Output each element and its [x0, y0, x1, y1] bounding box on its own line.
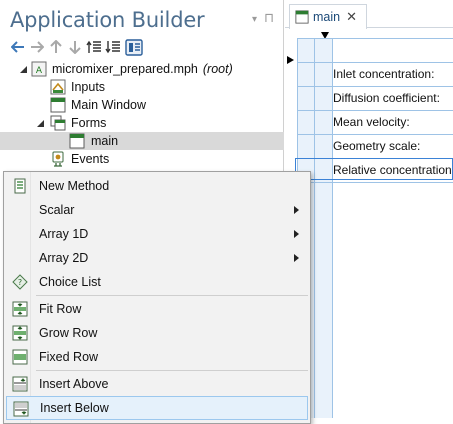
tree-node-inputs[interactable]: Inputs [0, 78, 284, 96]
close-panel-icon[interactable]: ⊓ [264, 10, 274, 26]
fixed-row-icon [12, 349, 28, 365]
menu-separator [36, 370, 308, 371]
menu-label: Insert Above [39, 377, 109, 391]
tab-main-label: main [313, 10, 341, 24]
tree-label-events: Events [71, 152, 110, 166]
app-preview-icon[interactable] [124, 38, 143, 56]
tree-node-root[interactable]: A micromixer_prepared.mph (root) [0, 60, 284, 78]
menu-item-array-1d[interactable]: Array 1D [6, 222, 308, 246]
form-text-label[interactable]: Diffusion coefficient: [333, 86, 453, 110]
pin-icon[interactable]: ▾ [252, 14, 257, 25]
panel-title: Application Builder [10, 8, 205, 32]
menu-item-new-method[interactable]: New Method [6, 174, 308, 198]
row-marker-icon[interactable] [287, 56, 294, 64]
menu-label: Insert Below [40, 401, 109, 415]
root-file-icon: A [31, 61, 47, 77]
form-icon [295, 10, 309, 24]
form-icon [69, 133, 85, 149]
move-down-icon[interactable] [67, 39, 83, 55]
menu-label: Fit Row [39, 302, 82, 316]
menu-label: New Method [39, 179, 110, 193]
expand-sections-icon[interactable] [86, 39, 102, 55]
context-menu: New Method Scalar Array 1D Array 2D ? Ch… [3, 171, 311, 424]
events-icon [52, 151, 64, 167]
menu-item-scalar[interactable]: Scalar [6, 198, 308, 222]
grid-line [297, 182, 453, 183]
menu-label: Grow Row [39, 326, 98, 340]
tab-main[interactable]: main ✕ [289, 4, 367, 29]
menu-item-fit-row[interactable]: Fit Row [6, 297, 308, 321]
menu-label: Fixed Row [39, 350, 99, 364]
insert-below-icon [13, 401, 29, 417]
menu-item-choice-list[interactable]: ? Choice List [6, 270, 308, 294]
tree-node-main-form[interactable]: main [0, 132, 284, 150]
insert-above-icon [12, 376, 28, 392]
fit-row-icon [12, 301, 28, 317]
tree-node-main-window[interactable]: Main Window [0, 96, 284, 114]
tree-root-note: (root) [202, 62, 233, 76]
grid-line [297, 38, 453, 39]
builder-toolbar [10, 38, 143, 56]
collapse-sections-icon[interactable] [105, 39, 121, 55]
svg-text:A: A [36, 66, 43, 76]
grid-column-handle[interactable] [315, 38, 333, 418]
forward-arrow-icon[interactable] [29, 39, 45, 55]
menu-item-insert-below[interactable]: Insert Below [6, 396, 308, 420]
menu-label: Array 1D [39, 227, 89, 241]
menu-item-fixed-row[interactable]: Fixed Row [6, 345, 308, 369]
tree-label-forms: Forms [71, 116, 107, 130]
menu-separator [36, 295, 308, 296]
grow-row-icon [12, 325, 28, 341]
back-arrow-icon[interactable] [10, 39, 26, 55]
window-icon [50, 97, 66, 113]
form-text-label[interactable]: Mean velocity: [333, 110, 453, 134]
tree-label-inputs: Inputs [71, 80, 106, 94]
tree-node-events[interactable]: Events [0, 150, 284, 168]
collapse-icon[interactable] [19, 65, 28, 74]
choice-list-icon: ? [12, 274, 28, 290]
method-icon [14, 178, 26, 194]
menu-label: Array 2D [39, 251, 89, 265]
forms-icon [50, 115, 66, 131]
editor-tab-bar: main ✕ [285, 0, 453, 29]
close-tab-icon[interactable]: ✕ [346, 9, 357, 25]
menu-label: Choice List [39, 275, 101, 289]
move-up-icon[interactable] [48, 39, 64, 55]
tree-node-forms[interactable]: Forms [0, 114, 284, 132]
tree-label-main-window: Main Window [71, 98, 147, 112]
submenu-arrow-icon [294, 230, 299, 238]
menu-label: Scalar [39, 203, 75, 217]
menu-item-array-2d[interactable]: Array 2D [6, 246, 308, 270]
submenu-arrow-icon [294, 206, 299, 214]
menu-item-insert-above[interactable]: Insert Above [6, 372, 308, 396]
menu-item-grow-row[interactable]: Grow Row [6, 321, 308, 345]
collapse-icon[interactable] [36, 119, 45, 128]
tree-label-main: main [91, 134, 119, 148]
svg-text:?: ? [18, 278, 22, 287]
tree-label-root: micromixer_prepared.mph [52, 62, 198, 76]
inputs-icon [50, 79, 66, 95]
submenu-arrow-icon [294, 254, 299, 262]
form-text-label[interactable]: Geometry scale: [333, 134, 453, 158]
form-text-label[interactable]: Inlet concentration: [333, 62, 453, 86]
selected-row-outline [295, 158, 453, 180]
